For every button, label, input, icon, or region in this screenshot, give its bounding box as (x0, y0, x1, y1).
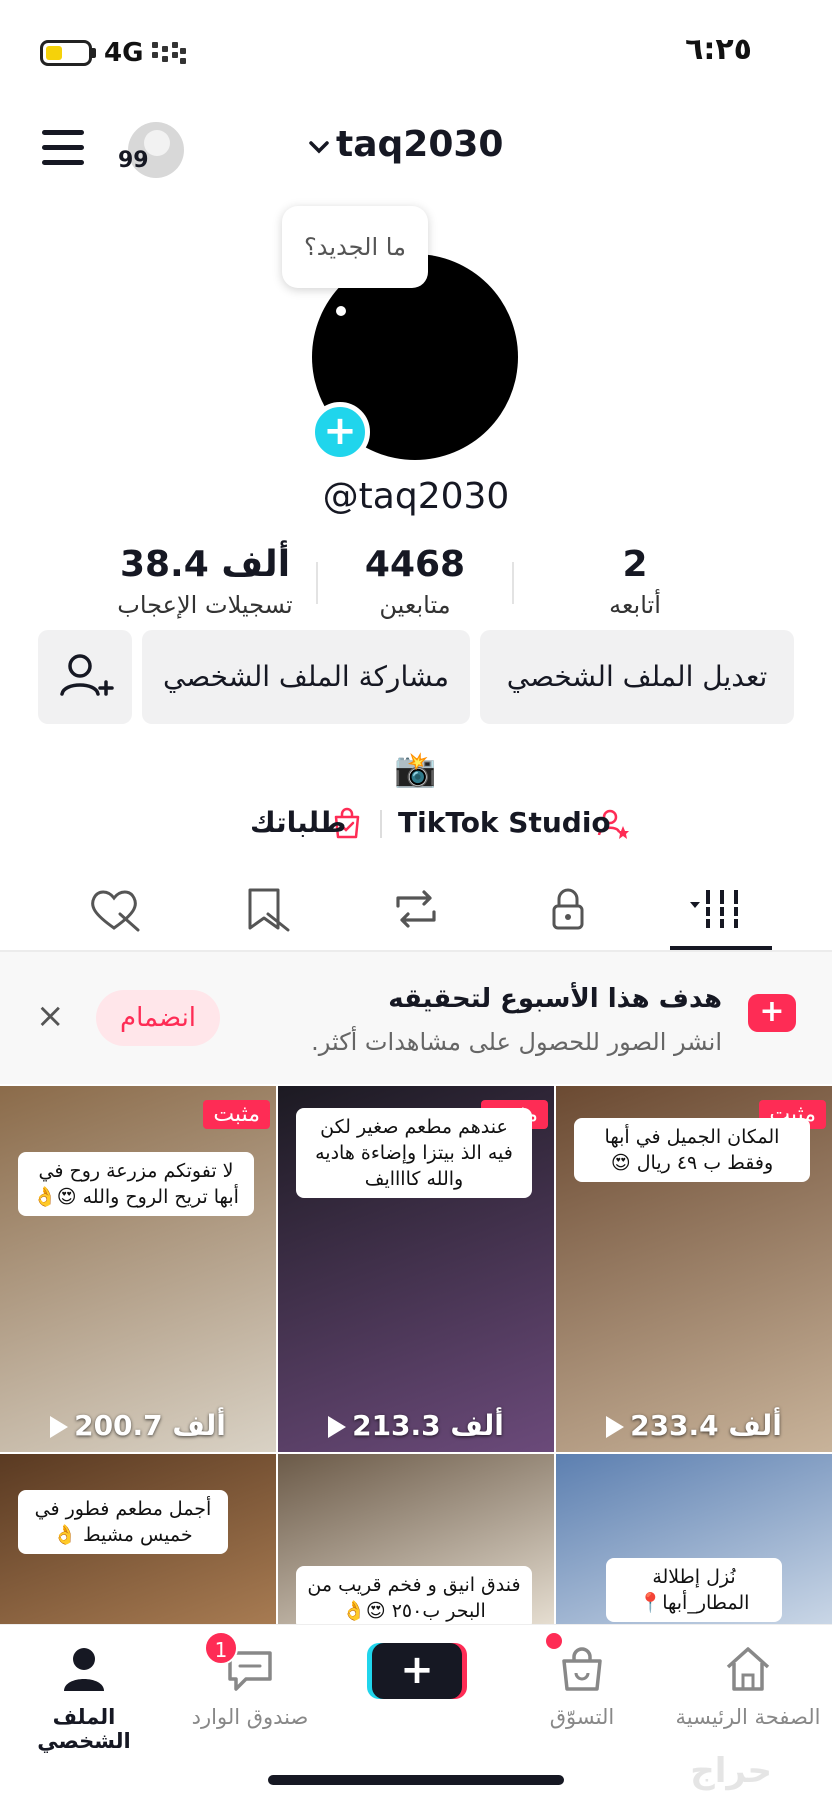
video-caption: نُزل إطلالة المطار_أبها📍 (606, 1558, 782, 1622)
home-indicator (268, 1775, 564, 1785)
inbox-badge: 1 (204, 1631, 238, 1665)
goal-plus-icon: + (748, 994, 796, 1032)
likes-label: تسجيلات الإعجاب (117, 591, 293, 619)
pinned-badge: مثبت (203, 1100, 270, 1129)
video-tile[interactable]: فندق انيق و فخم قريب من البحر ب٢٥٠ 😍👌 (278, 1454, 554, 1624)
stat-followers[interactable]: 4468 متابعين (320, 544, 510, 619)
tiktok-studio-link[interactable]: TikTok Studio (398, 806, 611, 839)
video-caption: أجمل مطعم فطور في خميس مشيط 👌 (18, 1490, 228, 1554)
home-icon (726, 1647, 770, 1691)
nav-shop-label: التسوّق (549, 1705, 615, 1729)
shop-notification-dot (546, 1633, 562, 1649)
following-count: 2 (622, 544, 648, 585)
join-goal-button[interactable]: انضمام (96, 990, 220, 1046)
lock-icon[interactable] (538, 884, 598, 934)
video-tile[interactable]: أجمل مطعم فطور في خميس مشيط 👌 (0, 1454, 276, 1624)
nav-profile[interactable]: الملف الشخصي (4, 1639, 164, 1753)
followers-count: 4468 (364, 544, 466, 585)
view-count: 233.4 ألف (556, 1409, 832, 1442)
likes-count: 38.4 ألف (119, 544, 291, 585)
content-tabs (0, 870, 832, 952)
watermark-logo: حراج (690, 1751, 772, 1791)
battery-level (46, 46, 62, 60)
videos-grid-icon[interactable] (688, 884, 748, 934)
goal-subtitle: انشر الصور للحصول على مشاهدات أكثر. (311, 1028, 722, 1056)
stat-following[interactable]: 2 أتابعه (540, 544, 730, 619)
video-tile[interactable]: مثبت المكان الجميل في أبها وفقط ب ٤٩ ريا… (556, 1086, 832, 1452)
your-orders-link[interactable]: طلباتك (250, 806, 346, 839)
goal-title: هدف هذا الأسبوع لتحقيقه (388, 984, 722, 1014)
stat-divider (316, 562, 318, 604)
bubble-tail (336, 306, 346, 316)
followers-label: متابعين (379, 591, 451, 619)
add-friend-button[interactable] (38, 630, 132, 724)
video-grid: مثبت المكان الجميل في أبها وفقط ب ٤٩ ريا… (0, 1086, 832, 1624)
network-label: 4G (104, 38, 144, 68)
add-friend-icon (60, 654, 114, 696)
liked-heart-icon[interactable] (84, 884, 144, 934)
video-caption: المكان الجميل في أبها وفقط ب ٤٩ ريال 😍 (574, 1118, 810, 1182)
shopping-bag-icon (562, 1647, 602, 1691)
status-time: ٦:٢٥ (685, 32, 752, 67)
top-bar: 99 taq2030 (0, 108, 832, 188)
video-tile[interactable]: مثبت عندهم مطعم صغير لكن فيه الذ بيتزا و… (278, 1086, 554, 1452)
nav-home[interactable]: الصفحة الرئيسية (668, 1639, 828, 1729)
nav-profile-label: الملف الشخصي (37, 1705, 131, 1753)
close-icon[interactable]: × (36, 996, 65, 1036)
video-tile[interactable]: مثبت لا تفوتكم مزرعة روح في أبها تريح ال… (0, 1086, 276, 1452)
view-count: 200.7 ألف (0, 1409, 276, 1442)
create-button[interactable]: + (372, 1643, 462, 1699)
profile-stats: 2 أتابعه 4468 متابعين 38.4 ألف تسجيلات ا… (117, 544, 740, 628)
play-icon (50, 1416, 69, 1438)
video-caption: لا تفوتكم مزرعة روح في أبها تريح الروح و… (18, 1152, 254, 1216)
play-icon (606, 1416, 625, 1438)
chevron-down-icon[interactable] (308, 136, 330, 158)
stat-likes[interactable]: 38.4 ألف تسجيلات الإعجاب (110, 544, 300, 619)
profile-links: TikTok Studio طلباتك (0, 800, 832, 848)
video-caption: فندق انيق و فخم قريب من البحر ب٢٥٠ 😍👌 (296, 1566, 532, 1624)
weekly-goal-banner: + هدف هذا الأسبوع لتحقيقه انشر الصور للح… (0, 952, 832, 1084)
profile-handle: @taq2030 (322, 476, 510, 517)
link-separator (380, 810, 382, 838)
video-caption: عندهم مطعم صغير لكن فيه الذ بيتزا وإضاءة… (296, 1108, 532, 1198)
active-tab-underline (670, 946, 772, 950)
video-tile[interactable]: نُزل إطلالة المطار_أبها📍 (556, 1454, 832, 1624)
signal-icon (152, 42, 188, 64)
whats-new-bubble[interactable]: ما الجديد؟ (282, 206, 428, 288)
camera-emoji-icon: 📸 (394, 750, 437, 790)
status-bar: 4G ٦:٢٥ (0, 0, 832, 100)
add-photo-plus-icon[interactable]: + (310, 402, 370, 462)
view-count-text: 233.4 ألف (630, 1409, 782, 1442)
hamburger-icon[interactable] (42, 130, 86, 166)
stat-divider (512, 562, 514, 604)
view-count-text: 200.7 ألف (74, 1409, 226, 1442)
nav-shop[interactable]: التسوّق (502, 1639, 662, 1729)
edit-profile-button[interactable]: تعديل الملف الشخصي (480, 630, 794, 724)
share-profile-button[interactable]: مشاركة الملف الشخصي (142, 630, 470, 724)
account-switcher-username[interactable]: taq2030 (336, 124, 503, 165)
following-label: أتابعه (609, 591, 661, 619)
favorites-bookmark-icon[interactable] (238, 884, 298, 934)
view-count-text: 213.3 ألف (352, 1409, 504, 1442)
nav-inbox[interactable]: صندوق الوارد (170, 1639, 330, 1729)
bottom-nav: الصفحة الرئيسية التسوّق + صندوق الوارد 1 (0, 1624, 832, 1800)
nav-home-label: الصفحة الرئيسية (675, 1705, 821, 1729)
profile-person-icon (64, 1648, 104, 1691)
battery-icon (40, 40, 92, 66)
repost-icon[interactable] (386, 884, 446, 934)
friends-badge-count: 99 (118, 148, 149, 173)
view-count: 213.3 ألف (278, 1409, 554, 1442)
battery-tip (92, 48, 96, 58)
nav-inbox-label: صندوق الوارد (191, 1705, 309, 1729)
play-icon (328, 1416, 347, 1438)
